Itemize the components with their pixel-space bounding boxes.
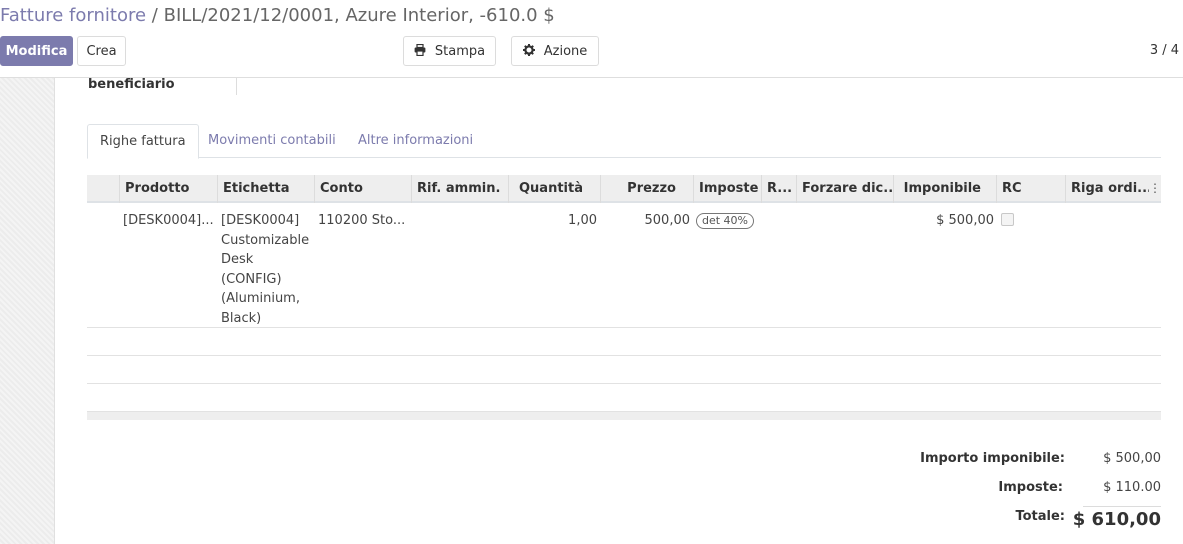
column-header-account[interactable]: Conto <box>314 175 411 203</box>
total-label: Totale: <box>1015 509 1065 524</box>
cell-quantity[interactable]: 1,00 <box>508 203 600 231</box>
total-value: $ 610,00 <box>1072 509 1161 530</box>
column-header-quantity[interactable]: Quantità <box>508 175 600 203</box>
column-header-order-line[interactable]: Riga ordi... <box>1065 175 1149 203</box>
tab-invoice-lines[interactable]: Righe fattura <box>87 124 199 159</box>
pager-value[interactable]: 3 / 4 <box>1150 43 1179 58</box>
cell-subtotal[interactable]: $ 500,00 <box>893 203 996 231</box>
untaxed-amount-label: Importo imponibile: <box>920 451 1065 466</box>
column-header-taxes[interactable]: Imposte <box>693 175 761 203</box>
empty-row[interactable] <box>87 328 1161 356</box>
control-panel: Fatture fornitore / BILL/2021/12/0001, A… <box>0 0 1183 78</box>
field-divider <box>236 78 237 95</box>
action-button-label: Azione <box>543 43 588 59</box>
total-separator <box>1083 506 1161 507</box>
cell-label[interactable]: [DESK0004] Customizable Desk (CONFIG) (A… <box>217 203 314 328</box>
left-gutter <box>0 78 55 544</box>
print-button[interactable]: Stampa <box>403 36 496 66</box>
tab-other-info[interactable]: Altre informazioni <box>346 124 485 158</box>
print-button-label: Stampa <box>434 43 486 59</box>
breadcrumb-parent-link[interactable]: Fatture fornitore <box>0 5 146 26</box>
create-button[interactable]: Crea <box>77 36 126 66</box>
empty-row <box>87 384 1161 412</box>
rc-checkbox[interactable] <box>1001 213 1014 226</box>
breadcrumb: Fatture fornitore / BILL/2021/12/0001, A… <box>0 5 555 26</box>
cell-rc[interactable] <box>996 203 1065 233</box>
column-header-r[interactable]: R... <box>761 175 796 203</box>
column-header-force[interactable]: Forzare dic... <box>796 175 893 203</box>
breadcrumb-separator: / <box>151 5 158 26</box>
column-header-label[interactable]: Etichetta <box>217 175 314 203</box>
tax-tag: det 40% <box>696 213 755 229</box>
table-footer <box>87 412 1161 420</box>
tax-amount-label: Imposte: <box>998 480 1063 495</box>
column-header-product[interactable]: Prodotto <box>119 175 217 203</box>
column-header-analytic[interactable]: Rif. ammin. <box>411 175 508 203</box>
cell-account[interactable]: 110200 Sto... <box>314 203 411 231</box>
cell-force[interactable] <box>796 203 893 211</box>
cell-order-line[interactable] <box>1065 203 1149 211</box>
breadcrumb-current: BILL/2021/12/0001, Azure Interior, -610.… <box>163 5 555 26</box>
gear-icon <box>522 43 535 59</box>
cell-analytic[interactable] <box>411 203 508 211</box>
handle-column-header <box>87 175 119 203</box>
invoice-lines-table: Prodotto Etichetta Conto Rif. ammin. Qua… <box>87 175 1161 420</box>
edit-button[interactable]: Modifica <box>0 36 73 66</box>
notebook-tabs: Righe fattura Movimenti contabili Altre … <box>87 124 1161 159</box>
optional-columns-icon[interactable]: ⋮ <box>1149 175 1161 203</box>
untaxed-amount-value: $ 500,00 <box>1103 451 1161 466</box>
print-icon <box>414 43 426 59</box>
action-button[interactable]: Azione <box>511 36 599 66</box>
cell-r[interactable] <box>761 203 796 211</box>
table-header: Prodotto Etichetta Conto Rif. ammin. Qua… <box>87 175 1161 203</box>
column-header-price[interactable]: Prezzo <box>600 175 693 203</box>
tab-journal-items[interactable]: Movimenti contabili <box>196 124 348 158</box>
column-header-rc[interactable]: RC <box>996 175 1065 203</box>
column-header-subtotal[interactable]: Imponibile <box>893 175 996 203</box>
cell-price[interactable]: 500,00 <box>600 203 693 231</box>
cell-product[interactable]: [DESK0004]... <box>119 203 217 231</box>
tax-amount-value: $ 110.00 <box>1103 480 1161 495</box>
table-row[interactable]: [DESK0004]... [DESK0004] Customizable De… <box>87 203 1161 328</box>
beneficiary-label: beneficiario <box>88 77 175 92</box>
empty-row[interactable] <box>87 356 1161 384</box>
cell-taxes[interactable]: det 40% <box>693 203 761 231</box>
